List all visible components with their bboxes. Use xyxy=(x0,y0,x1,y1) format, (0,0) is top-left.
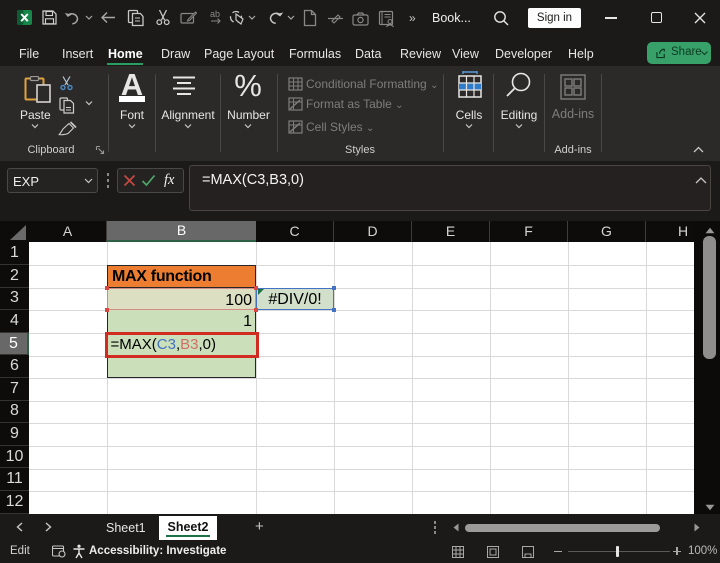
svg-text:ab: ab xyxy=(210,9,220,19)
